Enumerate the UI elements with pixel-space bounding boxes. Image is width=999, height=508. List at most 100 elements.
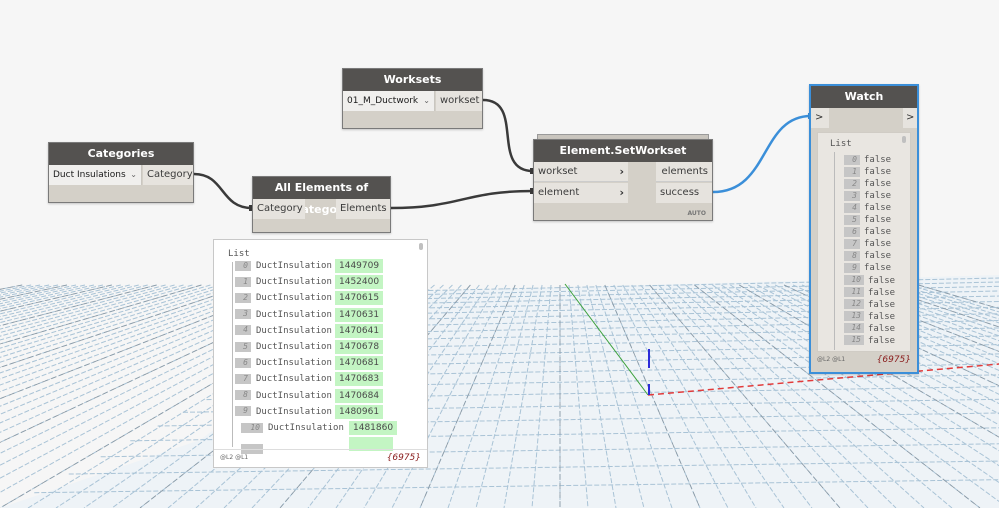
element-setworkset-node[interactable]: Element.SetWorkset workset › element › e… — [533, 139, 713, 221]
chevron-down-icon: ⌄ — [130, 170, 137, 179]
category-dropdown-value: Duct Insulations — [53, 170, 126, 180]
watch-list-item: 15 false — [844, 335, 895, 347]
list-index: 1 — [235, 276, 251, 287]
watch-list-item: 9 false — [844, 262, 891, 274]
list-index: 15 — [844, 335, 864, 346]
workset-input-port[interactable]: workset › — [534, 162, 628, 182]
element-id: 1452400 — [335, 275, 384, 290]
workset-dropdown[interactable]: 01_M_Ductwork ⌄ — [343, 91, 435, 111]
category-dropdown[interactable]: Duct Insulations ⌄ — [49, 165, 142, 185]
preview-list-item: 4 DuctInsulation 1470641 — [235, 323, 384, 338]
watch-list-item: 8 false — [844, 250, 891, 262]
preview-list-label: List — [228, 249, 250, 259]
watch-list-item: 6 false — [844, 226, 891, 238]
worksets-node-title: Worksets — [343, 69, 482, 91]
watch-footer: @L2 @L1 {6975} — [811, 352, 917, 372]
list-index: 10 — [241, 422, 263, 433]
list-index: 4 — [235, 325, 251, 336]
watch-list-item: 14 false — [844, 323, 895, 335]
watch-value: false — [864, 251, 892, 262]
watch-list-item: 1 false — [844, 166, 891, 178]
chevron-down-icon: ⌄ — [423, 96, 430, 105]
list-index: 9 — [235, 406, 251, 417]
element-type: DuctInsulation — [256, 358, 332, 369]
element-id: 1470615 — [335, 291, 384, 306]
list-index: 6 — [235, 357, 251, 368]
list-index: 7 — [235, 373, 251, 384]
preview-list-item: 9 DuctInsulation 1480961 — [235, 404, 384, 419]
category-output-port[interactable]: Category — [143, 165, 193, 185]
list-index: 1 — [844, 166, 860, 177]
preview-scrollbar[interactable] — [419, 243, 423, 250]
watch-value: false — [868, 287, 896, 298]
preview-list-item: 3 DuctInsulation 1470631 — [235, 307, 384, 322]
worksets-node[interactable]: Worksets 01_M_Ductwork ⌄ workset — [342, 68, 483, 129]
element-type: DuctInsulation — [256, 342, 332, 352]
watch-scrollbar[interactable] — [902, 136, 906, 143]
element-type: DuctInsulation — [256, 406, 332, 417]
all-elements-of-category-node[interactable]: All Elements of Category Category Elemen… — [252, 176, 391, 233]
list-index: 8 — [844, 250, 860, 261]
list-index: 13 — [844, 311, 864, 322]
success-output-port[interactable]: success — [656, 183, 712, 203]
watch-value: false — [868, 323, 896, 334]
element-type: DuctInsulation — [256, 374, 332, 385]
watch-value: false — [868, 299, 896, 310]
list-index: 8 — [235, 390, 251, 401]
watch-count: {6975} — [876, 355, 911, 365]
watch-node[interactable]: Watch > > List 0 false 1 false 2 false 3 false 4… — [809, 84, 919, 374]
elements-output-port[interactable]: elements — [656, 162, 712, 182]
watch-value: false — [864, 203, 892, 214]
list-index: 10 — [844, 275, 864, 285]
watch-list-item: 2 false — [844, 178, 891, 190]
list-index: 7 — [844, 238, 860, 249]
watch-value: false — [864, 179, 892, 190]
preview-list-item: 6 DuctInsulation 1470681 — [235, 356, 384, 371]
element-type: DuctInsulation — [256, 277, 332, 288]
list-index: 12 — [844, 299, 864, 310]
element-type: DuctInsulation — [256, 309, 332, 320]
lacing-indicator: AUTO — [687, 210, 706, 217]
watch-list-guide — [834, 152, 835, 350]
watch-node-title: Watch — [811, 86, 917, 108]
watch-list-item: 0 false — [844, 154, 891, 166]
preview-list-item: 1 DuctInsulation 1452400 — [235, 275, 384, 290]
watch-value: false — [864, 215, 892, 226]
watch-list-item: 5 false — [844, 214, 891, 226]
element-id: 1481860 — [349, 421, 398, 435]
elements-output-port[interactable]: Elements — [336, 199, 390, 219]
chevron-right-icon: › — [619, 186, 624, 199]
workset-output-port[interactable]: workset — [436, 91, 482, 111]
watch-preview-panel: List 0 false 1 false 2 false 3 false 4 false 5 fals… — [817, 132, 911, 352]
element-id: 1480961 — [335, 404, 384, 419]
element-id: 1470631 — [335, 307, 384, 322]
element-id: 1470683 — [335, 372, 384, 387]
watch-list-label: List — [830, 139, 852, 149]
category-input-port[interactable]: Category — [253, 199, 305, 219]
preview-list-guide — [232, 262, 233, 447]
watch-output-port[interactable]: > — [903, 108, 917, 128]
all-elements-preview-panel: List 0 DuctInsulation 1449709 1 DuctInsulati… — [213, 239, 428, 468]
watch-value: false — [868, 335, 896, 346]
watch-list-item: 13 false — [844, 311, 895, 323]
workset-input-label: workset — [538, 166, 578, 177]
watch-input-port[interactable]: > — [811, 108, 829, 128]
list-index: 2 — [844, 178, 860, 189]
watch-list-item: 10 false — [844, 275, 895, 287]
preview-list-item: 8 DuctInsulation 1470684 — [235, 388, 384, 403]
element-input-label: element — [538, 187, 580, 198]
categories-node-title: Categories — [49, 143, 193, 165]
element-input-port[interactable]: element › — [534, 183, 628, 203]
preview-list-item: 7 DuctInsulation 1470683 — [235, 372, 384, 387]
element-type: DuctInsulation — [256, 261, 332, 271]
preview-count: {6975} — [386, 453, 421, 463]
watch-list-item: 7 false — [844, 238, 891, 250]
workset-dropdown-value: 01_M_Ductwork — [347, 96, 419, 106]
watch-value: false — [864, 167, 892, 178]
list-index: 0 — [235, 260, 251, 271]
preview-list-item: 10 DuctInsulation 1481860 — [241, 421, 398, 435]
list-index: 3 — [235, 309, 251, 320]
watch-levels: @L2 @L1 — [817, 356, 846, 363]
list-index: 4 — [844, 202, 860, 213]
categories-node[interactable]: Categories Duct Insulations ⌄ Category — [48, 142, 194, 203]
